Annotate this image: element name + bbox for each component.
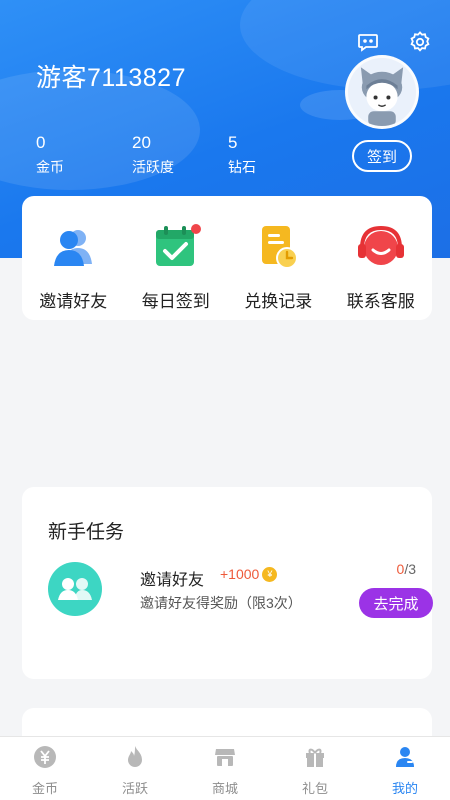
quick-actions-card: 邀请好友 每日签到 兑换记录 联系客服 — [22, 196, 432, 320]
stat-value: 5 — [228, 133, 238, 152]
task-reward: +1000 ¥ — [220, 566, 278, 582]
tab-coins[interactable]: 金币 — [0, 737, 90, 800]
tab-activity[interactable]: 活跃 — [90, 737, 180, 800]
users-icon — [58, 578, 92, 600]
username: 游客7113827 — [36, 64, 186, 92]
shop-icon — [215, 749, 235, 766]
coin-icon — [34, 746, 56, 768]
stat-activity[interactable]: 20 活跃度 — [132, 133, 228, 177]
task-item: 邀请好友 +1000 ¥ 邀请好友得奖励（限3次） 0/3 去完成 — [48, 560, 433, 620]
message-icon[interactable] — [356, 30, 380, 54]
tab-label: 我的 — [391, 781, 418, 796]
notification-badge — [190, 224, 201, 234]
quick-action-label: 邀请好友 — [39, 292, 108, 311]
flame-icon — [128, 746, 142, 767]
go-complete-button[interactable]: 去完成 — [359, 588, 433, 618]
headset-icon — [357, 225, 404, 265]
quick-action-customer-service[interactable]: 联系客服 — [331, 222, 431, 320]
quick-action-exchange-records[interactable]: 兑换记录 — [228, 222, 328, 320]
reward-amount: +1000 — [220, 566, 260, 582]
quick-action-label: 联系客服 — [346, 292, 415, 311]
quick-action-daily-checkin[interactable]: 每日签到 — [126, 222, 226, 320]
stat-diamonds[interactable]: 5 钻石 — [228, 133, 324, 177]
user-stats: 0 金币 20 活跃度 5 钻石 — [36, 133, 324, 177]
tab-label: 金币 — [31, 781, 58, 796]
task-icon — [48, 562, 102, 616]
settings-icon[interactable] — [408, 30, 432, 54]
profile-icon — [396, 747, 414, 767]
tab-profile[interactable]: 我的 — [360, 737, 450, 800]
users-icon — [54, 230, 93, 266]
avatar[interactable] — [345, 55, 419, 129]
quick-action-label: 每日签到 — [141, 292, 210, 311]
stat-label: 钻石 — [228, 159, 256, 175]
task-progress: 0/3 — [397, 561, 416, 577]
quick-action-label: 兑换记录 — [244, 292, 313, 311]
stat-value: 20 — [132, 133, 151, 152]
quick-action-invite[interactable]: 邀请好友 — [23, 222, 123, 320]
record-icon — [262, 226, 299, 269]
avatar-icon — [348, 58, 416, 126]
progress-total: /3 — [404, 561, 416, 577]
stat-coins[interactable]: 0 金币 — [36, 133, 132, 177]
novice-tasks-card: 新手任务 邀请好友 +1000 ¥ 邀请好友得奖励（限3次） 0/3 去完成 — [22, 487, 433, 679]
stat-label: 金币 — [36, 159, 64, 175]
tab-shop[interactable]: 商城 — [180, 737, 270, 800]
coin-icon: ¥ — [262, 566, 278, 582]
section-title: 新手任务 — [48, 522, 125, 543]
calendar-check-icon — [155, 224, 201, 266]
tab-gift[interactable]: 礼包 — [270, 737, 360, 800]
task-description: 邀请好友得奖励（限3次） — [140, 595, 302, 611]
bottom-tab-bar: 金币 活跃 商城 礼包 我的 — [0, 736, 450, 800]
stat-label: 活跃度 — [132, 159, 174, 175]
tab-label: 活跃 — [121, 781, 148, 796]
tab-label: 商城 — [211, 781, 238, 796]
stat-value: 0 — [36, 133, 46, 152]
signin-button[interactable]: 签到 — [352, 140, 412, 172]
tab-label: 礼包 — [301, 781, 328, 796]
gift-icon — [306, 748, 324, 767]
header-actions — [356, 30, 432, 54]
task-name: 邀请好友 — [140, 572, 205, 589]
